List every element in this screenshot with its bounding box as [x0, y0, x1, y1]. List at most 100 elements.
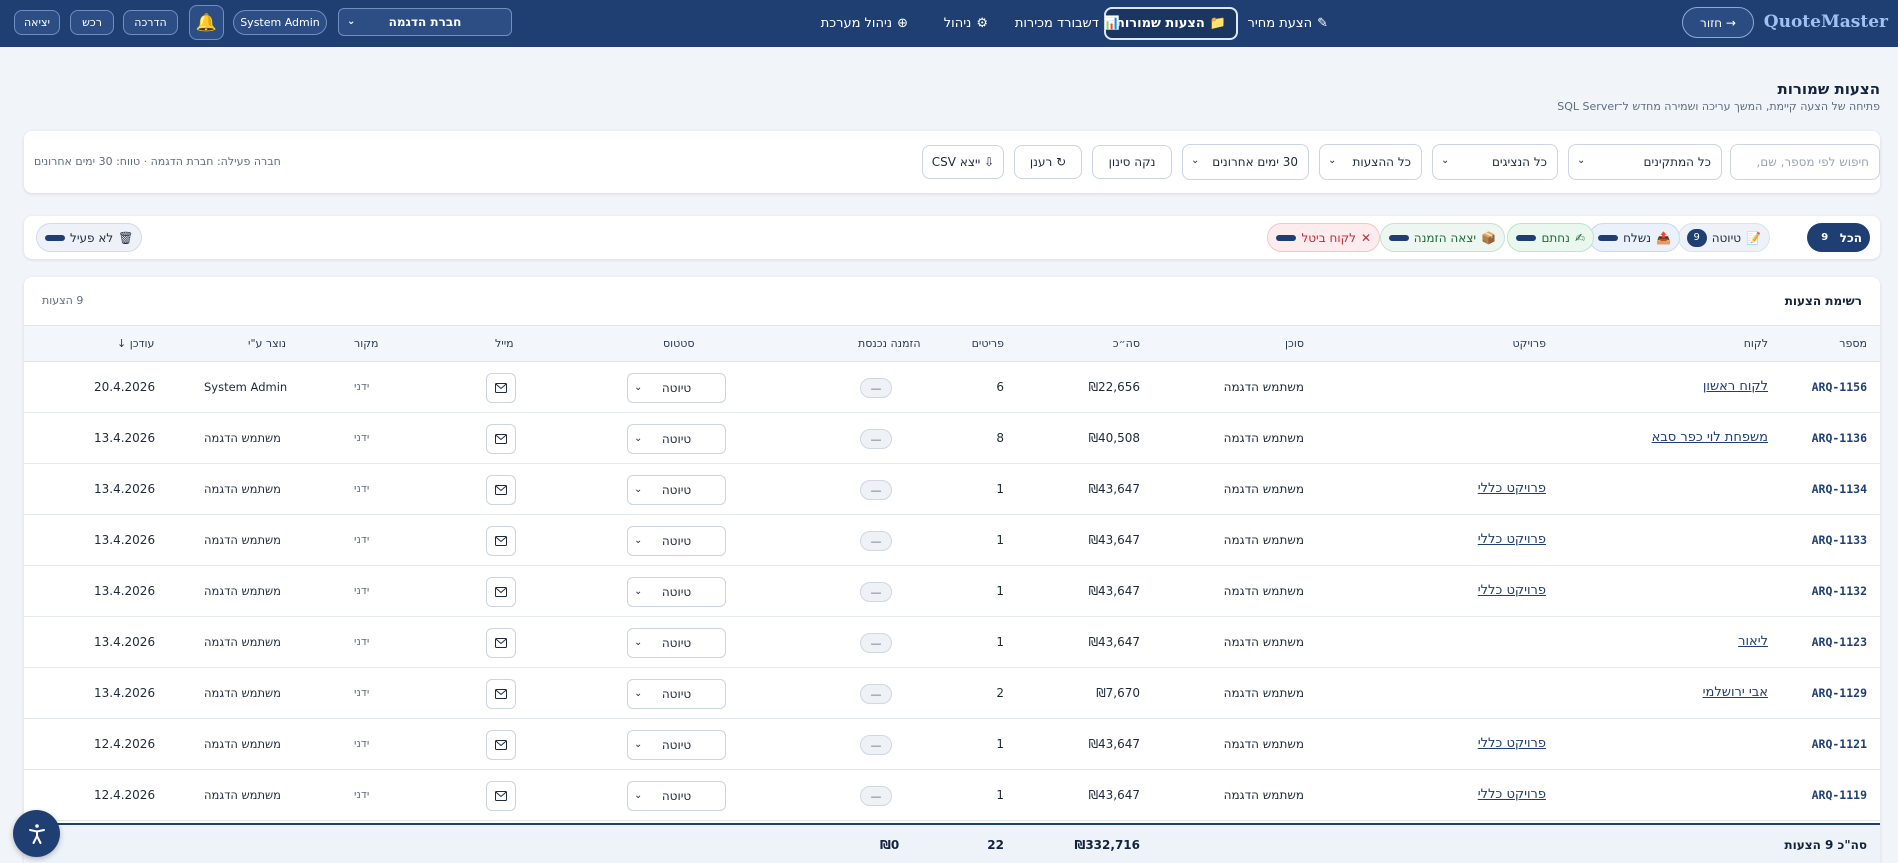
- incoming-order-badge[interactable]: —: [860, 633, 892, 653]
- col-updated[interactable]: עודכן ↓: [117, 337, 154, 350]
- accessibility-icon[interactable]: [13, 810, 60, 857]
- table-row[interactable]: ARQ-1136 משפחת לוי כפר סבא משתמש הדגמה ₪40,…: [24, 413, 1880, 464]
- purchase-button[interactable]: רכש: [70, 10, 114, 35]
- quote-number[interactable]: ARQ-1133: [1812, 533, 1867, 547]
- agent-name: משתמש הדגמה: [1223, 788, 1304, 802]
- table-row[interactable]: ARQ-1132 פרויקט כללי משתמש הדגמה ₪43,647 1 — ט…: [24, 566, 1880, 617]
- user-chip[interactable]: System Admin: [233, 10, 327, 35]
- incoming-order-badge[interactable]: —: [860, 429, 892, 449]
- client-link[interactable]: אבי ירושלמי: [1703, 685, 1768, 700]
- client-link[interactable]: ליאור: [1738, 634, 1768, 649]
- tab-order-issued[interactable]: 📦 יצאה הזמנה: [1379, 223, 1505, 252]
- quote-number[interactable]: ARQ-1121: [1812, 737, 1867, 751]
- status-select[interactable]: טיוטה ⌄: [627, 424, 726, 454]
- mail-icon[interactable]: [486, 781, 516, 811]
- creator-name: משתמש הדגמה: [204, 533, 281, 547]
- table-row[interactable]: ARQ-1123 ליאור משתמש הדגמה ₪43,647 1 — טיוטה ⌄ י…: [24, 617, 1880, 668]
- incoming-order-badge[interactable]: —: [860, 786, 892, 806]
- logout-button[interactable]: יציאה: [14, 10, 60, 35]
- col-agent[interactable]: סוכן: [1285, 337, 1304, 350]
- col-incoming-order[interactable]: הזמנה נכנסת: [858, 337, 921, 350]
- quote-number[interactable]: ARQ-1123: [1812, 635, 1867, 649]
- col-project[interactable]: פרויקט: [1513, 337, 1546, 350]
- installers-select[interactable]: כל המתקינים ⌄: [1568, 144, 1722, 180]
- app-logo[interactable]: QuoteMaster: [1764, 12, 1888, 32]
- quote-number[interactable]: ARQ-1119: [1812, 788, 1867, 802]
- project-link[interactable]: פרויקט כללי: [1478, 787, 1546, 802]
- incoming-order-badge[interactable]: —: [860, 684, 892, 704]
- incoming-order-badge[interactable]: —: [860, 480, 892, 500]
- agents-select[interactable]: כל הנציגים ⌄: [1432, 144, 1558, 180]
- item-count: 1: [996, 533, 1004, 547]
- quotes-select[interactable]: כל ההצעות ⌄: [1319, 144, 1422, 180]
- guide-button[interactable]: הדרכה: [123, 10, 178, 35]
- clear-filter-button[interactable]: נקה סינון: [1092, 145, 1172, 179]
- col-client[interactable]: לקוח: [1744, 337, 1768, 350]
- quote-number[interactable]: ARQ-1129: [1812, 686, 1867, 700]
- table-row[interactable]: ARQ-1121 פרויקט כללי משתמש הדגמה ₪43,647 1 — ט…: [24, 719, 1880, 770]
- mail-icon[interactable]: [486, 526, 516, 556]
- mail-icon[interactable]: [486, 475, 516, 505]
- company-select[interactable]: חברת הדגמה ⌄: [338, 8, 512, 36]
- quote-number[interactable]: ARQ-1156: [1812, 380, 1867, 394]
- project-link[interactable]: פרויקט כללי: [1478, 736, 1546, 751]
- col-status[interactable]: סטטוס: [663, 337, 695, 350]
- back-button[interactable]: → חזור: [1682, 7, 1754, 38]
- incoming-order-badge[interactable]: —: [860, 582, 892, 602]
- project-link[interactable]: פרויקט כללי: [1478, 583, 1546, 598]
- table-row[interactable]: ARQ-1119 פרויקט כללי משתמש הדגמה ₪43,647 1 — ט…: [24, 770, 1880, 821]
- mail-icon[interactable]: [486, 679, 516, 709]
- range-value: 30 ימים אחרונים: [1212, 155, 1298, 169]
- status-select[interactable]: טיוטה ⌄: [627, 373, 726, 403]
- quote-number[interactable]: ARQ-1136: [1812, 431, 1867, 445]
- tab-all[interactable]: הכל 9: [1806, 223, 1870, 252]
- project-link[interactable]: פרויקט כללי: [1478, 532, 1546, 547]
- search-input[interactable]: חיפוש לפי מספר, שם,: [1730, 144, 1880, 180]
- incoming-order-badge[interactable]: —: [860, 531, 892, 551]
- mail-icon[interactable]: [486, 730, 516, 760]
- quote-number[interactable]: ARQ-1134: [1812, 482, 1867, 496]
- nav-management[interactable]: ⚙ ניהול: [934, 7, 998, 40]
- incoming-order-badge[interactable]: —: [860, 735, 892, 755]
- status-select[interactable]: טיוטה ⌄: [627, 526, 726, 556]
- range-select[interactable]: 30 ימים אחרונים ⌄: [1182, 144, 1309, 180]
- nav-sales-dashboard[interactable]: 📊 דשבורד מכירות: [1005, 7, 1130, 40]
- col-number[interactable]: מספר: [1839, 337, 1867, 350]
- table-row[interactable]: ARQ-1129 אבי ירושלמי משתמש הדגמה ₪7,670 2 — טי…: [24, 668, 1880, 719]
- status-select[interactable]: טיוטה ⌄: [627, 475, 726, 505]
- table-row[interactable]: ARQ-1134 פרויקט כללי משתמש הדגמה ₪43,647 1 — ט…: [24, 464, 1880, 515]
- col-mail[interactable]: מייל: [495, 337, 514, 350]
- tab-signed[interactable]: ✍ נחתם: [1507, 223, 1594, 252]
- status-select[interactable]: טיוטה ⌄: [627, 628, 726, 658]
- tab-inactive[interactable]: 🗑 לא פעיל: [36, 223, 143, 252]
- tab-client-cancelled[interactable]: ✕ לקוח ביטל: [1267, 223, 1380, 252]
- table-body: ARQ-1156 לקוח ראשון משתמש הדגמה ₪22,656 6 — טי…: [24, 362, 1880, 821]
- status-select[interactable]: טיוטה ⌄: [627, 679, 726, 709]
- source-label: ידני: [354, 788, 370, 801]
- nav-system-admin[interactable]: ⊕ ניהול מערכת: [811, 7, 918, 40]
- col-total[interactable]: סה״כ: [1113, 337, 1140, 350]
- tab-sent[interactable]: 📤 נשלח: [1589, 223, 1680, 252]
- project-link[interactable]: פרויקט כללי: [1478, 481, 1546, 496]
- tab-draft[interactable]: 📝 טיוטה 9: [1677, 223, 1770, 252]
- mail-icon[interactable]: [486, 373, 516, 403]
- status-select[interactable]: טיוטה ⌄: [627, 781, 726, 811]
- client-link[interactable]: לקוח ראשון: [1703, 379, 1768, 394]
- mail-icon[interactable]: [486, 628, 516, 658]
- mail-icon[interactable]: [486, 577, 516, 607]
- refresh-button[interactable]: ↻ רענן: [1014, 145, 1082, 179]
- col-items[interactable]: פריטים: [972, 337, 1004, 350]
- table-row[interactable]: ARQ-1156 לקוח ראשון משתמש הדגמה ₪22,656 6 — טי…: [24, 362, 1880, 413]
- col-creator[interactable]: נוצר ע"י: [248, 337, 286, 350]
- status-select[interactable]: טיוטה ⌄: [627, 577, 726, 607]
- client-link[interactable]: משפחת לוי כפר סבא: [1652, 430, 1768, 445]
- nav-quote[interactable]: ✎ הצעת מחיר: [1238, 7, 1339, 40]
- bell-icon[interactable]: 🔔: [189, 5, 224, 40]
- incoming-order-badge[interactable]: —: [860, 378, 892, 398]
- mail-icon[interactable]: [486, 424, 516, 454]
- status-select[interactable]: טיוטה ⌄: [627, 730, 726, 760]
- col-source[interactable]: מקור: [354, 337, 378, 350]
- table-row[interactable]: ARQ-1133 פרויקט כללי משתמש הדגמה ₪43,647 1 — ט…: [24, 515, 1880, 566]
- quote-number[interactable]: ARQ-1132: [1812, 584, 1867, 598]
- export-csv-button[interactable]: ⇩ ייצא CSV: [922, 145, 1004, 179]
